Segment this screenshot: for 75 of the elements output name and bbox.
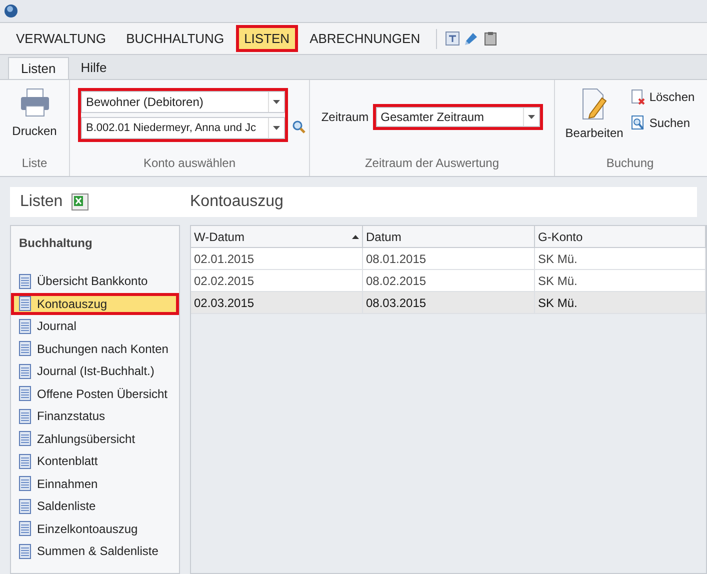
- document-icon: [19, 341, 31, 356]
- app-logo-icon: [4, 4, 18, 18]
- document-delete-icon: [631, 89, 646, 105]
- document-search-icon: [631, 115, 646, 131]
- menu-item[interactable]: BUCHHALTUNG: [118, 24, 232, 52]
- document-icon: [19, 408, 31, 424]
- table-cell: SK Mü.: [535, 248, 706, 269]
- print-button[interactable]: Drucken: [12, 88, 57, 140]
- column-header[interactable]: Datum: [363, 226, 535, 247]
- panel-title: Listen: [20, 192, 63, 212]
- spreadsheet-icon[interactable]: [70, 193, 89, 211]
- document-icon: [19, 454, 31, 469]
- menu-item[interactable]: ABRECHNUNGEN: [302, 24, 428, 52]
- content-title: Kontoauszug: [190, 192, 284, 212]
- group-caption: Zeitraum der Auswertung: [364, 155, 500, 172]
- document-icon: [19, 498, 31, 514]
- sidebar-item[interactable]: Buchungen nach Konten: [11, 338, 179, 360]
- search-icon[interactable]: [292, 120, 306, 134]
- table-cell: 08.01.2015: [363, 248, 535, 269]
- ribbon-tab[interactable]: Listen: [8, 57, 69, 79]
- table-row[interactable]: 02.02.2015 08.02.2015 SK Mü.: [191, 270, 706, 292]
- sidebar-item[interactable]: Journal: [11, 315, 179, 338]
- caret-icon: [528, 115, 535, 119]
- edit-button[interactable]: Bearbeiten: [565, 88, 624, 142]
- document-icon: [19, 318, 31, 334]
- group-caption: Buchung: [606, 155, 654, 172]
- period-label: Zeitraum: [321, 109, 369, 126]
- caret-icon: [273, 126, 280, 130]
- column-header[interactable]: G-Konto: [535, 226, 706, 247]
- sidebar-item[interactable]: Saldenliste: [11, 495, 179, 518]
- document-icon: [19, 296, 31, 312]
- sidebar-item[interactable]: Finanzstatus: [11, 405, 179, 428]
- table-cell: SK Mü.: [535, 292, 706, 313]
- group-caption: Konto auswählen: [143, 155, 236, 172]
- table-cell: 08.02.2015: [363, 270, 535, 291]
- document-pencil-icon: [580, 88, 608, 120]
- sidebar-item[interactable]: Offene Posten Übersicht: [11, 382, 179, 405]
- sidebar-item[interactable]: Kontenblatt: [11, 450, 179, 472]
- sidebar-item[interactable]: Summen & Saldenliste: [11, 540, 179, 562]
- menu-item[interactable]: VERWALTUNG: [8, 24, 114, 52]
- sidebar-item[interactable]: Einnahmen: [11, 472, 179, 495]
- document-icon: [19, 431, 31, 446]
- sidebar-item[interactable]: Kontoauszug: [11, 292, 179, 315]
- account-type-dropdown[interactable]: Bewohner (Debitoren): [81, 91, 285, 113]
- document-icon: [19, 274, 31, 289]
- sidebar-item[interactable]: Übersicht Bankkonto: [11, 270, 179, 292]
- table-row[interactable]: 02.01.2015 08.01.2015 SK Mü.: [191, 248, 706, 270]
- period-dropdown[interactable]: Gesamter Zeitraum: [372, 104, 543, 130]
- account-dropdown[interactable]: B.002.01 Niedermeyr, Anna und Jc: [81, 117, 285, 139]
- clipboard-icon[interactable]: [483, 31, 498, 46]
- menu-item[interactable]: LISTEN: [236, 24, 298, 52]
- document-icon: [19, 364, 31, 379]
- document-icon: [19, 386, 31, 402]
- document-icon: [19, 476, 31, 492]
- sidebar-item[interactable]: Zahlungsübersicht: [11, 428, 179, 450]
- column-header[interactable]: W-Datum: [191, 226, 363, 247]
- table-cell: 02.03.2015: [191, 292, 363, 313]
- search-button[interactable]: Suchen: [631, 114, 695, 132]
- document-icon: [19, 521, 31, 536]
- table-row[interactable]: 02.03.2015 08.03.2015 SK Mü.: [191, 292, 706, 314]
- table-cell: 02.01.2015: [191, 248, 363, 269]
- pen-icon[interactable]: [464, 31, 480, 46]
- document-icon: [19, 544, 31, 559]
- sidebar-item[interactable]: Einzelkontoauszug: [11, 518, 179, 540]
- group-caption: Liste: [22, 155, 48, 172]
- table-cell: 08.03.2015: [363, 292, 535, 313]
- table-cell: SK Mü.: [535, 270, 706, 291]
- caret-icon: [273, 100, 280, 104]
- printer-icon: [18, 88, 50, 118]
- table-cell: 02.02.2015: [191, 270, 363, 291]
- ribbon-tab[interactable]: Hilfe: [68, 57, 119, 79]
- sidebar-item[interactable]: Journal (Ist-Buchhalt.): [11, 360, 179, 382]
- text-format-icon[interactable]: [445, 31, 460, 46]
- sidebar-title: Buchhaltung: [18, 235, 94, 252]
- delete-button[interactable]: Löschen: [631, 88, 695, 106]
